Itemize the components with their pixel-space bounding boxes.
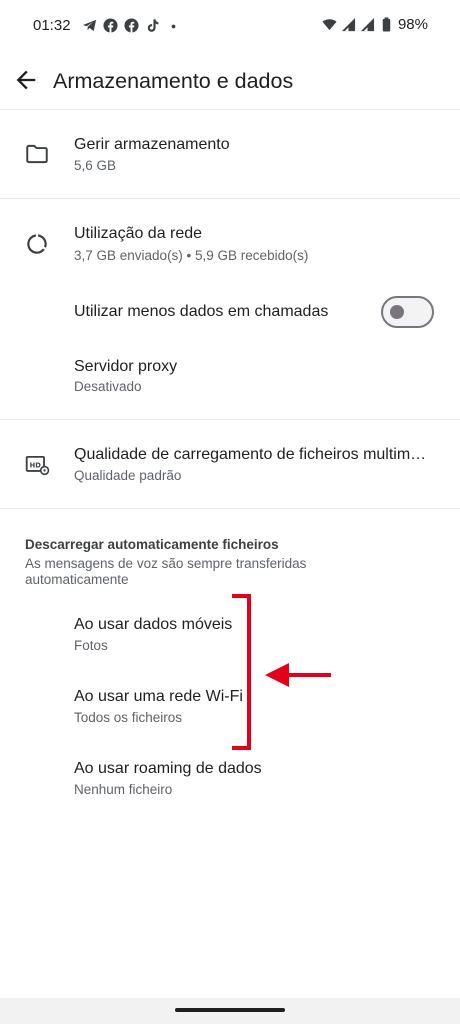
auto-download-roaming-value: Nenhum ficheiro [74,782,173,797]
media-upload-quality-item[interactable]: HD Qualidade de carregamento de ficheiro… [0,420,460,508]
status-time: 01:32 [33,17,71,34]
folder-icon [26,144,48,164]
proxy-server-title: Servidor proxy [74,358,178,375]
section-description: As mensagens de voz são sempre transferi… [25,556,307,587]
less-data-calls-title: Utilizar menos dados em chamadas [74,303,329,320]
facebook-icon [103,18,118,33]
network-usage-item[interactable]: Utilização da rede 3,7 GB enviado(s) • 5… [0,199,460,285]
auto-download-roaming-item[interactable]: Ao usar roaming de dados Nenhum ficheiro [0,744,460,816]
page-title: Armazenamento e dados [53,69,294,93]
wifi-icon [322,19,337,31]
status-indicators: 98% [322,16,428,33]
proxy-server-status: Desativado [74,379,142,394]
tiktok-icon [147,19,159,32]
manage-storage-item[interactable]: Gerir armazenamento 5,6 GB [0,110,460,198]
media-upload-quality-value: Qualidade padrão [74,468,182,483]
media-upload-quality-title: Qualidade de carregamento de ficheiros m… [74,446,432,463]
signal-icon [360,17,375,32]
telegram-icon [82,19,97,32]
toggle-knob [390,305,404,319]
auto-download-mobile-title: Ao usar dados móveis [74,616,233,633]
facebook-icon [124,18,139,33]
navigation-bar [0,998,460,1024]
notification-icons [82,18,181,33]
auto-download-wifi-value: Todos os ficheiros [74,710,183,725]
status-bar: 01:32 98% [0,0,460,52]
dot-icon [171,24,176,29]
app-bar: Armazenamento e dados [0,52,460,110]
home-gesture-handle[interactable] [175,1008,285,1012]
proxy-server-item[interactable]: Servidor proxy Desativado [0,341,460,419]
annotation-bracket [232,594,251,750]
less-data-calls-toggle[interactable] [381,296,434,328]
annotation-arrow-icon [265,663,331,687]
auto-download-mobile-value: Fotos [74,638,108,653]
back-arrow-icon[interactable] [12,66,40,94]
hd-settings-icon: HD [25,455,50,476]
svg-text:HD: HD [30,461,42,469]
network-usage-stats: 3,7 GB enviado(s) • 5,9 GB recebido(s) [74,248,309,263]
battery-level: 98% [397,16,428,33]
data-usage-icon [27,234,47,254]
signal-icon [341,17,356,32]
section-header-auto-download: Descarregar automaticamente ficheiros [25,537,279,552]
manage-storage-size: 5,6 GB [74,158,117,173]
auto-download-wifi-title: Ao usar uma rede Wi-Fi [74,688,243,705]
divider [0,508,460,509]
auto-download-roaming-title: Ao usar roaming de dados [74,760,262,777]
battery-icon [382,17,391,32]
network-usage-title: Utilização da rede [74,225,203,242]
manage-storage-title: Gerir armazenamento [74,136,230,153]
